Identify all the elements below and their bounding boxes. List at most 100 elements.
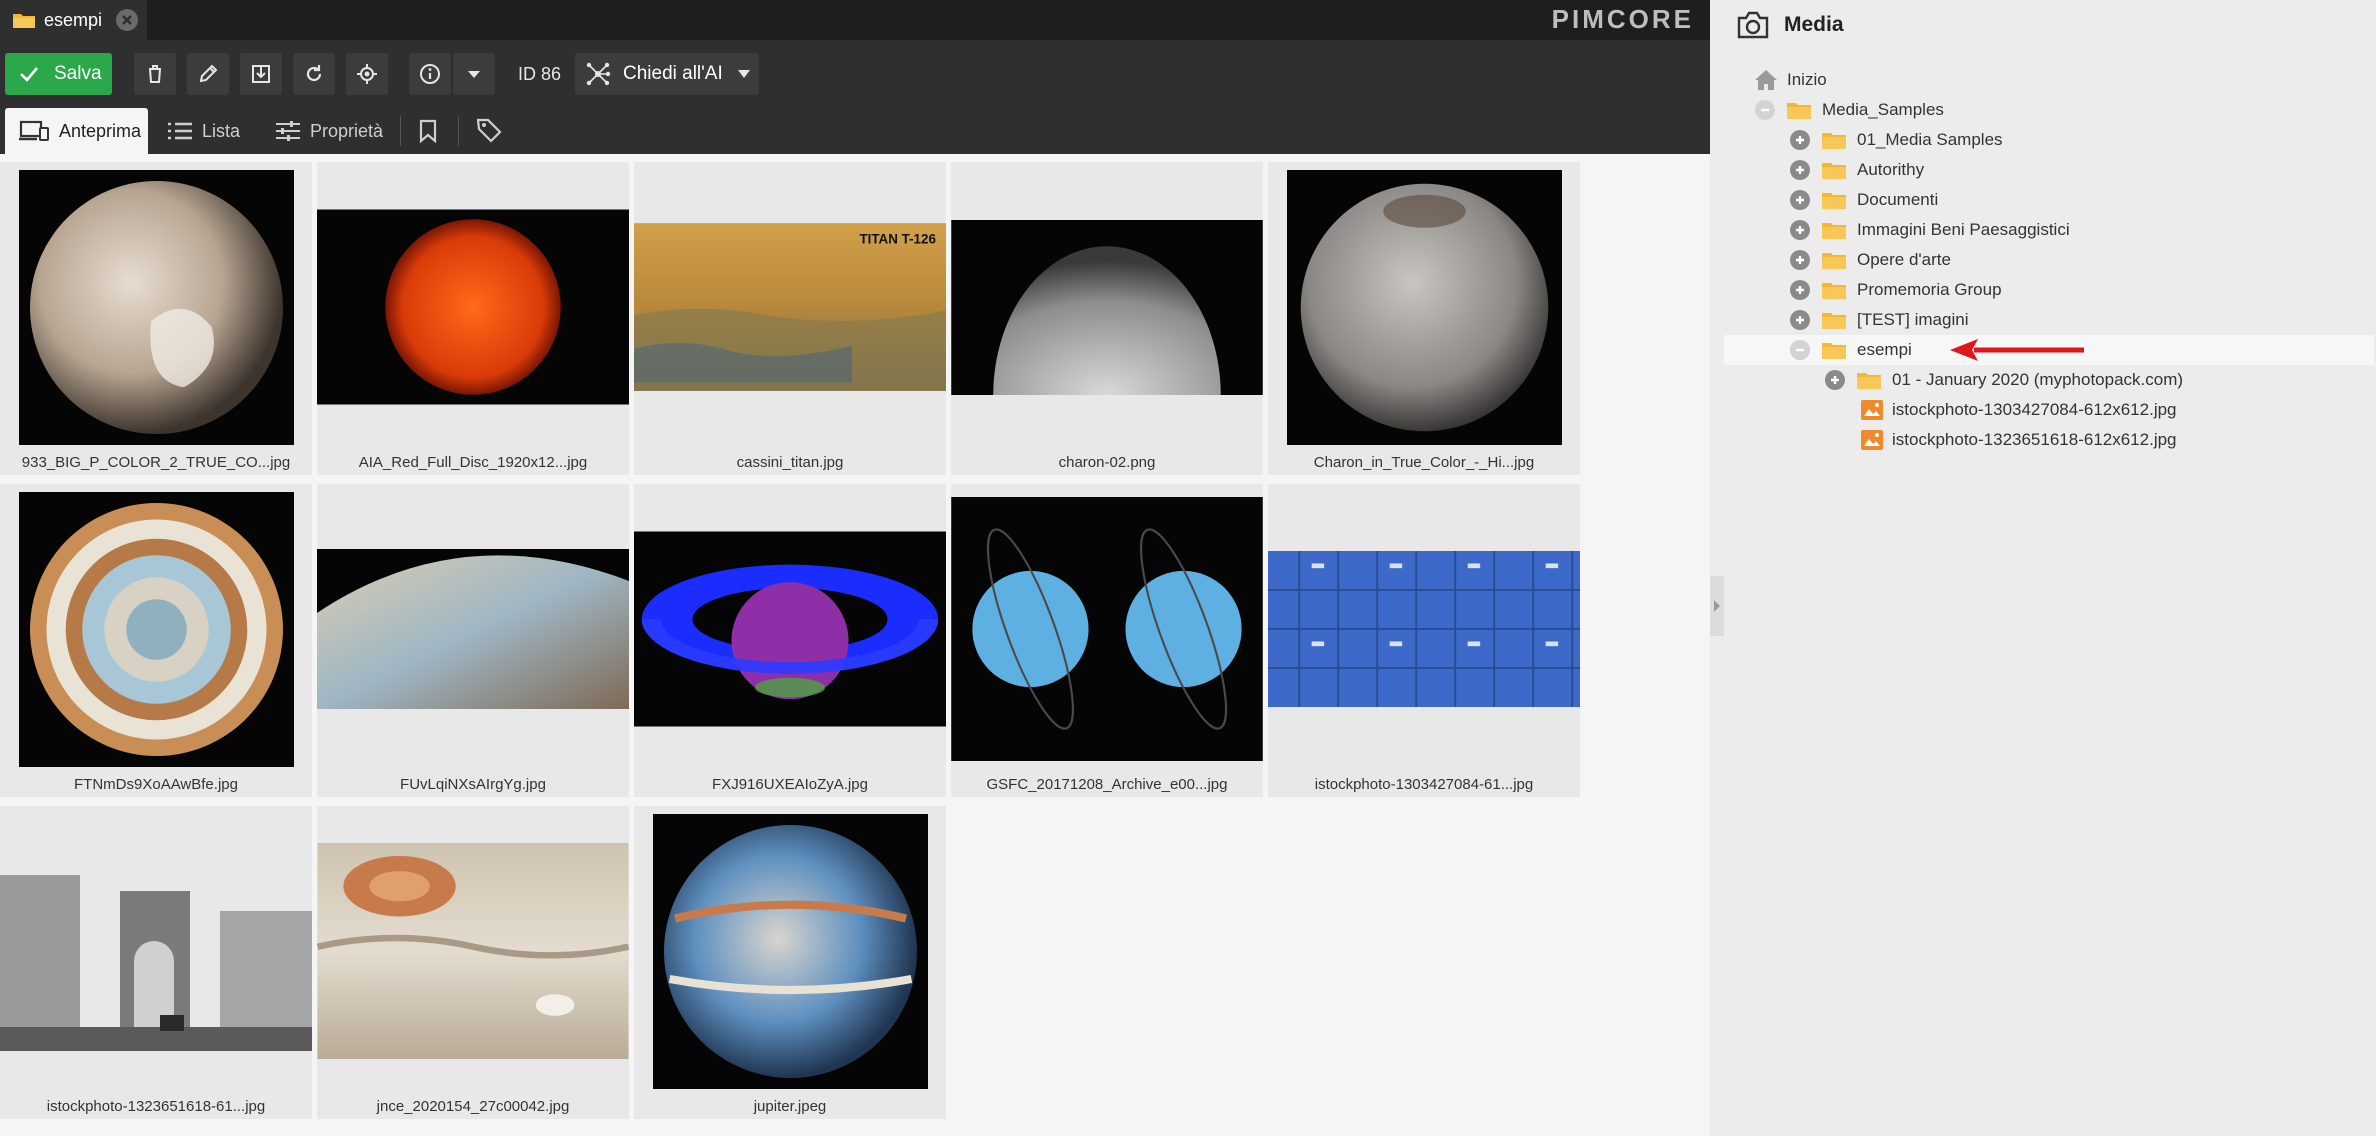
asset-tile[interactable]: Charon_in_True_Color_-_Hi...jpg [1268, 162, 1580, 475]
folder-icon [1822, 253, 1846, 269]
tree-item-folder[interactable]: [TEST] imagini [1724, 305, 2374, 335]
ask-ai-label: Chiedi all'AI [623, 63, 723, 84]
expand-icon[interactable] [1790, 130, 1810, 150]
asset-tile[interactable]: FUvLqiNXsAIrgYg.jpg [317, 484, 629, 797]
tab-tags[interactable] [477, 108, 513, 154]
tab-title: esempi [44, 9, 103, 30]
folder-icon [1822, 223, 1846, 239]
thumbnail [634, 806, 946, 1096]
tree-item-label: Documenti [1857, 190, 1939, 209]
chevron-down-icon [737, 70, 750, 78]
editor-panel: esempi PIMCORE Salva ID 86 Chiedi all'AI… [0, 0, 1710, 1136]
expand-icon[interactable] [1790, 310, 1810, 330]
tree-item-image[interactable]: istockphoto-1303427084-612x612.jpg [1724, 395, 2374, 425]
folder-icon [1822, 133, 1846, 149]
save-button[interactable]: Salva [5, 53, 112, 95]
tile-caption: FUvLqiNXsAIrgYg.jpg [400, 776, 546, 793]
tree-item-label: 01 - January 2020 (myphotopack.com) [1892, 370, 2184, 389]
folder-icon [1822, 163, 1846, 179]
tree-item-folder[interactable]: Opere d'arte [1724, 245, 2374, 275]
asset-tile[interactable]: FTNmDs9XoAAwBfe.jpg [0, 484, 312, 797]
collapse-icon[interactable] [1790, 340, 1810, 360]
panel-collapse-handle[interactable] [1710, 576, 1724, 636]
folder-icon [1787, 103, 1811, 119]
reload-button[interactable] [293, 53, 335, 95]
asset-tile[interactable]: istockphoto-1303427084-61...jpg [1268, 484, 1580, 797]
tag-icon [477, 118, 502, 143]
jupiter-globe-thumbnail [652, 813, 928, 1089]
asset-tile[interactable]: FXJ916UXEAIoZyA.jpg [634, 484, 946, 797]
ask-ai-button[interactable]: Chiedi all'AI [575, 53, 759, 95]
expand-icon[interactable] [1790, 160, 1810, 180]
tree-item-home[interactable]: Inizio [1724, 65, 2374, 95]
preview-grid: 933_BIG_P_COLOR_2_TRUE_CO...jpg AIA_Red_… [0, 154, 1710, 1136]
info-button[interactable] [409, 53, 451, 95]
tree-item-folder[interactable]: Immagini Beni Paesaggistici [1724, 215, 2374, 245]
folder-icon [1822, 343, 1846, 359]
folder-icon [13, 14, 35, 28]
rename-button[interactable] [187, 53, 229, 95]
tree-item-image[interactable]: istockphoto-1323651618-612x612.jpg [1724, 425, 2374, 455]
expand-icon[interactable] [1790, 220, 1810, 240]
tree-item-folder[interactable]: 01 - January 2020 (myphotopack.com) [1724, 365, 2374, 395]
panel-header: Media [1736, 10, 1844, 40]
download-button[interactable] [240, 53, 282, 95]
expand-icon[interactable] [1790, 190, 1810, 210]
more-options-button[interactable] [453, 53, 495, 95]
expand-icon[interactable] [1790, 250, 1810, 270]
close-icon[interactable] [116, 9, 139, 31]
thumbnail [317, 806, 629, 1096]
asset-tile[interactable]: 933_BIG_P_COLOR_2_TRUE_CO...jpg [0, 162, 312, 475]
bookmark-icon [419, 119, 437, 143]
tree-item-folder[interactable]: 01_Media Samples [1724, 125, 2374, 155]
sun-thumbnail [317, 209, 629, 405]
target-icon [357, 64, 377, 84]
tree-item-label: 01_Media Samples [1857, 130, 2003, 149]
locate-in-tree-button[interactable] [346, 53, 388, 95]
document-tab[interactable]: esempi [0, 0, 147, 40]
view-tabs: Anteprima Lista Proprietà [0, 108, 1710, 154]
image-file-icon [1861, 400, 1883, 420]
great-red-spot-thumbnail [317, 843, 629, 1059]
tab-properties-label: Proprietà [310, 120, 384, 141]
home-icon [1755, 70, 1777, 90]
tree-item-folder[interactable]: Promemoria Group [1724, 275, 2374, 305]
asset-tile[interactable]: TITAN T-126 cassini_titan.jpg [634, 162, 946, 475]
titan-label: TITAN T-126 [859, 231, 935, 246]
chevron-right-icon [1714, 600, 1720, 612]
asset-tile[interactable]: istockphoto-1323651618-61...jpg [0, 806, 312, 1119]
expand-icon[interactable] [1790, 280, 1810, 300]
tree-item-folder[interactable]: Documenti [1724, 185, 2374, 215]
tab-list[interactable]: Lista [168, 108, 240, 154]
tab-bookmarks[interactable] [418, 108, 448, 154]
camera-icon [1737, 11, 1769, 39]
tab-preview[interactable]: Anteprima [5, 108, 148, 154]
asset-id: ID 86 [518, 64, 562, 84]
tile-caption: jnce_2020154_27c00042.jpg [376, 1098, 570, 1115]
tile-caption: istockphoto-1323651618-61...jpg [46, 1098, 266, 1115]
tree-item-media-samples[interactable]: Media_Samples [1724, 95, 2374, 125]
asset-tile[interactable]: AIA_Red_Full_Disc_1920x12...jpg [317, 162, 629, 475]
asset-tile[interactable]: GSFC_20171208_Archive_e00...jpg [951, 484, 1263, 797]
asset-tile[interactable]: charon-02.png [951, 162, 1263, 475]
tile-caption: Charon_in_True_Color_-_Hi...jpg [1313, 454, 1535, 471]
image-file-icon [1861, 430, 1883, 450]
tree-item-label: Promemoria Group [1857, 280, 2002, 299]
tab-properties[interactable]: Proprietà [276, 108, 383, 154]
asset-tile[interactable]: jnce_2020154_27c00042.jpg [317, 806, 629, 1119]
delete-button[interactable] [134, 53, 176, 95]
asset-tile[interactable]: jupiter.jpeg [634, 806, 946, 1119]
tile-caption: charon-02.png [1058, 454, 1156, 471]
jupiter-clouds-thumbnail [317, 549, 629, 709]
folder-icon [1822, 283, 1846, 299]
uranus-pair-thumbnail [951, 497, 1263, 761]
collapse-icon[interactable] [1755, 100, 1775, 120]
charon-thumbnail [1286, 169, 1562, 445]
tab-preview-label: Anteprima [59, 120, 142, 141]
expand-icon[interactable] [1825, 370, 1845, 390]
thumbnail: TITAN T-126 [634, 162, 946, 452]
brand-logo: PIMCORE [1551, 4, 1694, 34]
document-tabbar: esempi PIMCORE [0, 0, 1710, 40]
thumbnail [0, 162, 312, 452]
tree-item-folder[interactable]: Autorithy [1724, 155, 2374, 185]
